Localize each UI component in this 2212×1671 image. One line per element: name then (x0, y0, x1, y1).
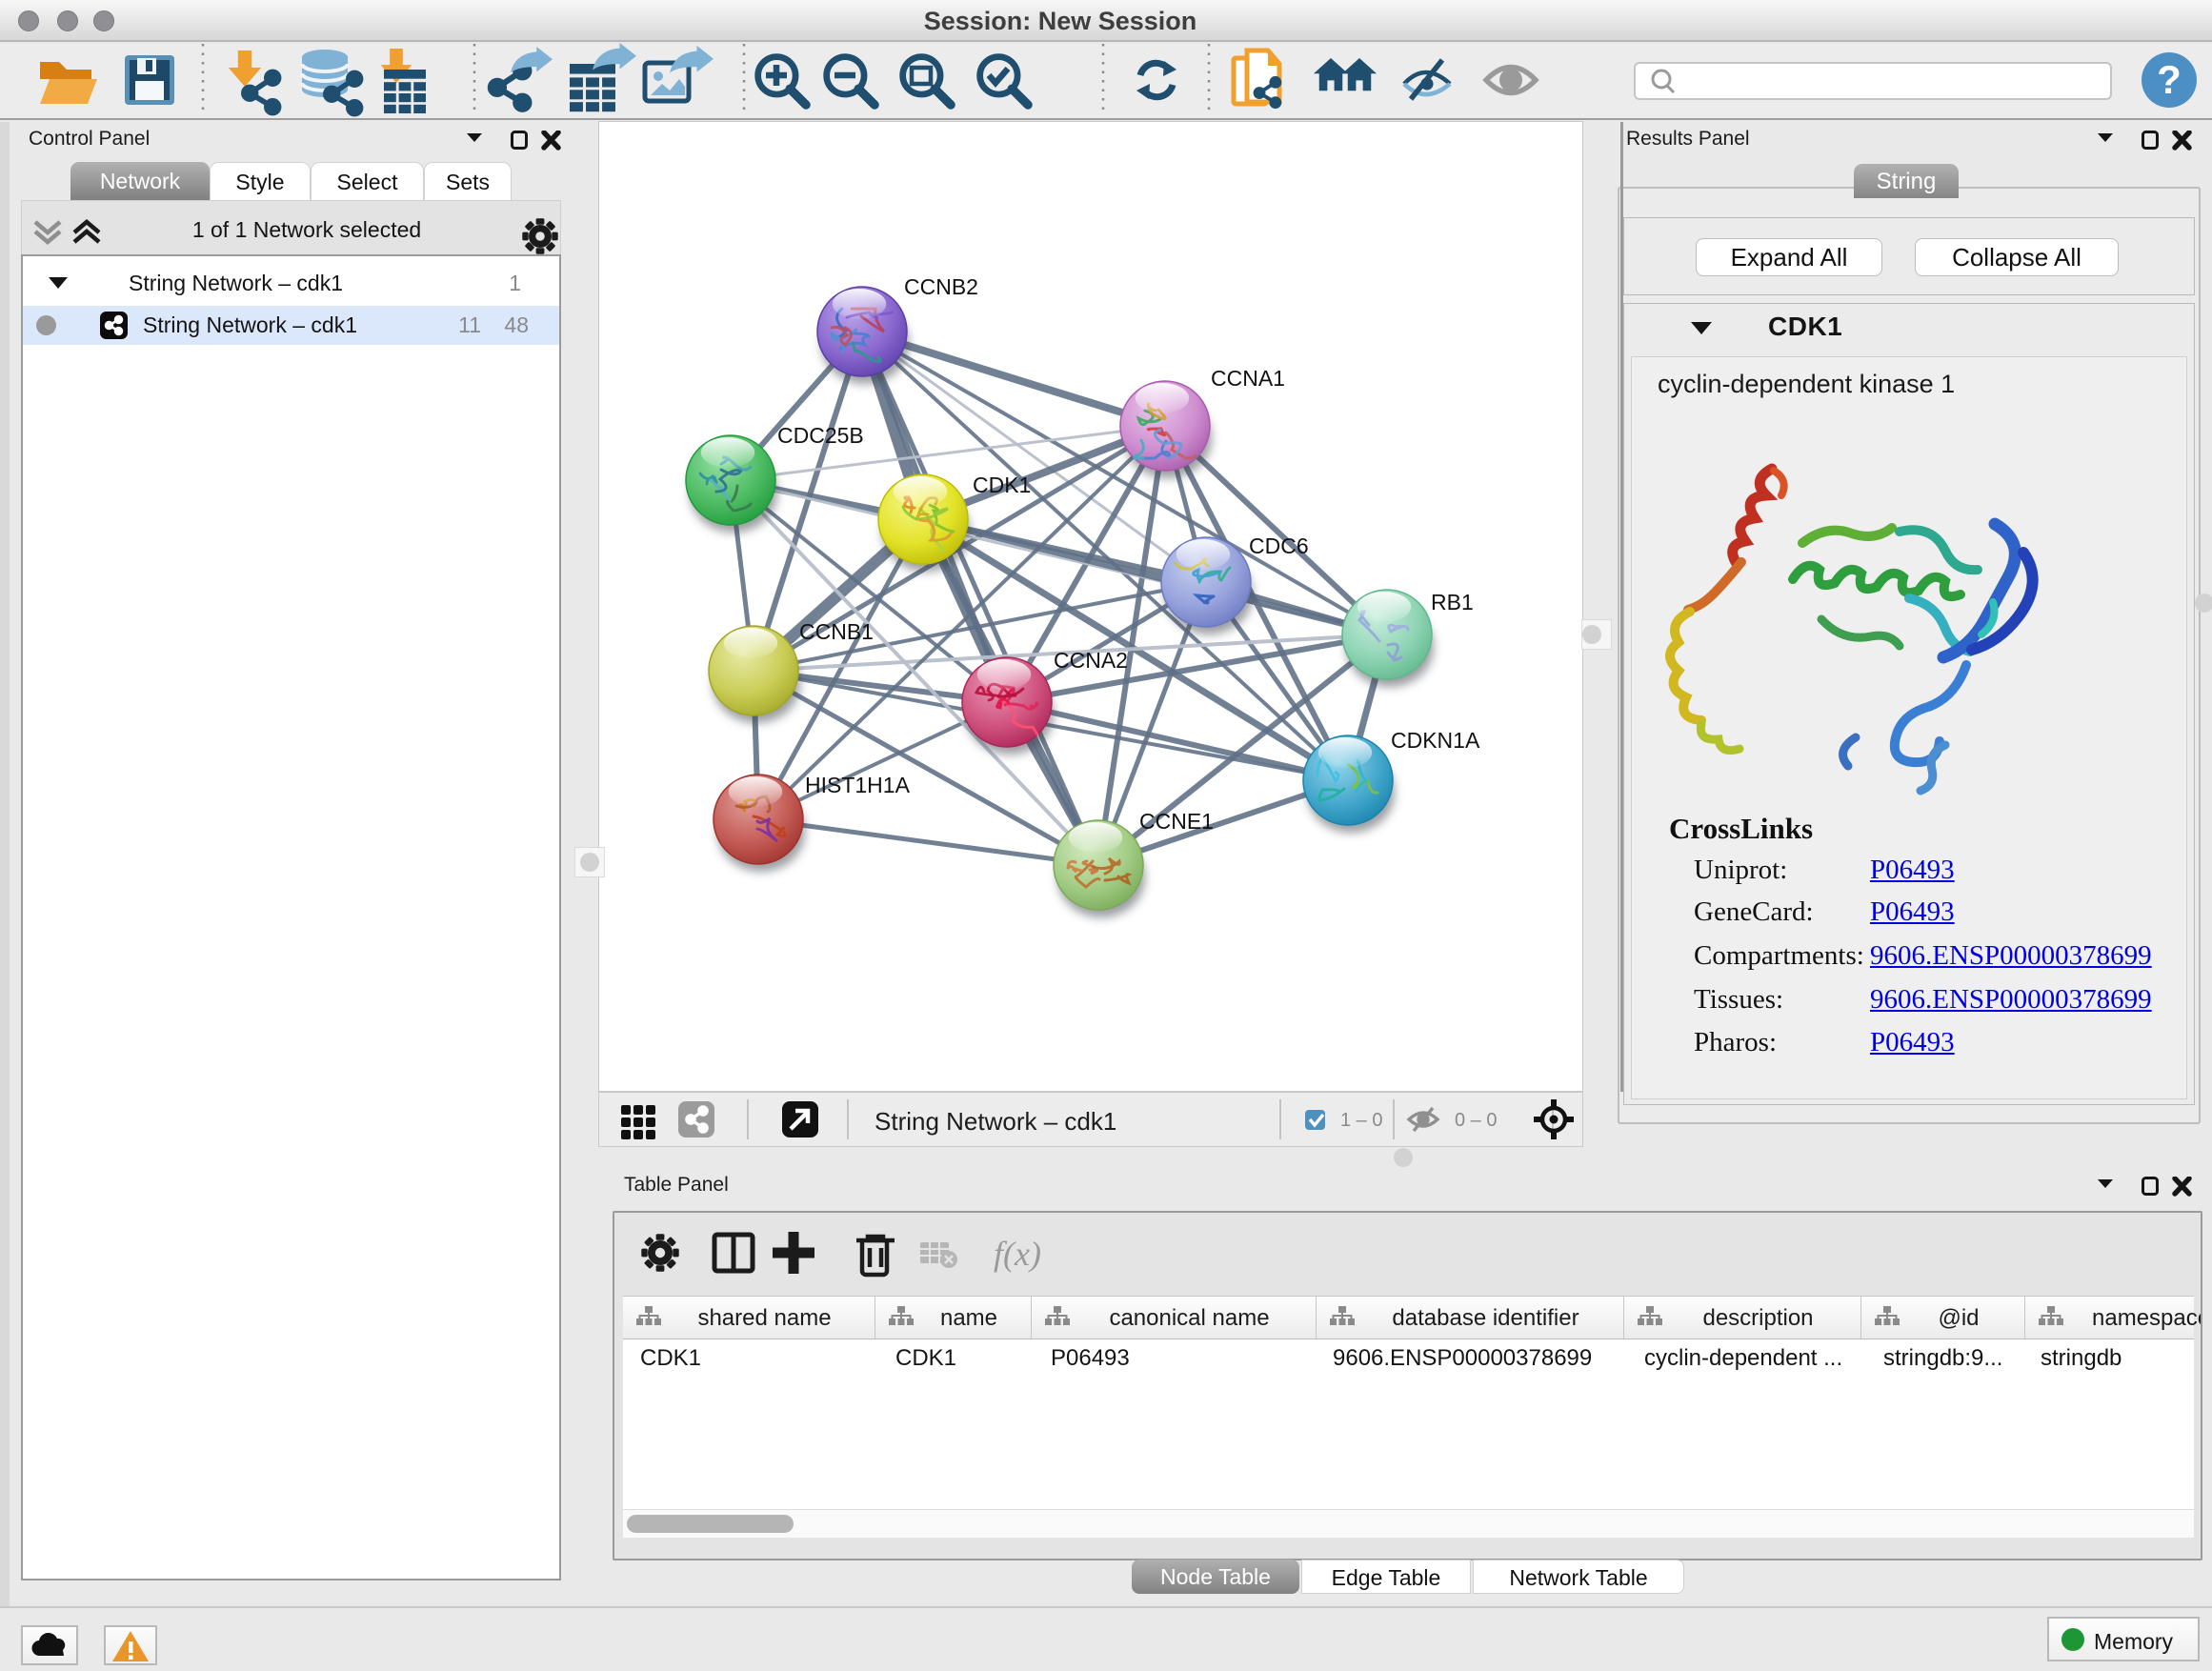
svg-text:CDC25B: CDC25B (777, 423, 864, 448)
svg-text:RB1: RB1 (1431, 590, 1474, 614)
svg-text:CDC6: CDC6 (1249, 534, 1309, 558)
svg-text:CDK1: CDK1 (973, 473, 1031, 497)
svg-text:CCNB1: CCNB1 (799, 619, 874, 644)
svg-text:CDKN1A: CDKN1A (1391, 728, 1480, 753)
svg-text:CCNA2: CCNA2 (1054, 648, 1128, 673)
svg-text:?: ? (2157, 57, 2182, 102)
svg-text:HIST1H1A: HIST1H1A (805, 773, 911, 797)
svg-text:CCNB2: CCNB2 (904, 274, 978, 299)
svg-text:CCNE1: CCNE1 (1139, 809, 1214, 834)
svg-text:CCNA1: CCNA1 (1211, 366, 1285, 391)
svg-text:f(x): f(x) (994, 1235, 1041, 1273)
